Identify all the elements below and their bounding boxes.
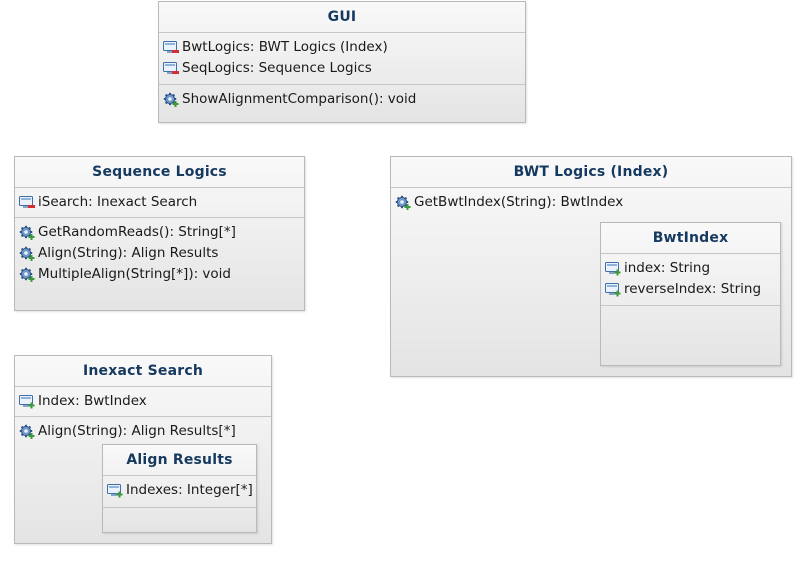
public-attribute-icon [19,394,36,409]
attribute[interactable]: reverseIndex: String [605,279,780,300]
operation[interactable]: ShowAlignmentComparison(): void [163,89,525,110]
private-attribute-icon [19,195,36,210]
public-operation-icon [19,267,36,282]
attribute-text: index: String [624,260,711,276]
operation-text: GetBwtIndex(String): BwtIndex [414,194,624,210]
operation-text: GetRandomReads(): String[*] [38,224,236,240]
attribute-text: BwtLogics: BWT Logics (Index) [182,39,388,55]
attribute[interactable]: index: String [605,258,780,279]
operation[interactable]: Align(String): Align Results[*] [19,421,271,442]
operation[interactable]: GetRandomReads(): String[*] [19,222,304,243]
public-operation-icon [19,246,36,261]
attribute[interactable]: Index: BwtIndex [19,391,271,412]
operation[interactable]: Align(String): Align Results [19,243,304,264]
attribute[interactable]: iSearch: Inexact Search [19,192,304,213]
public-operation-icon [19,225,36,240]
operations-compartment: GetRandomReads(): String[*] Align(String… [15,217,304,310]
private-attribute-icon [163,61,180,76]
operation-text: ShowAlignmentComparison(): void [182,91,417,107]
operation[interactable]: GetBwtIndex(String): BwtIndex [395,192,791,213]
public-attribute-icon [605,261,622,276]
attribute-text: Index: BwtIndex [38,393,147,409]
class-title: Align Results [126,452,233,468]
class-bwt-index[interactable]: BwtIndex index: String reverseIndex: Str… [600,222,781,366]
attributes-compartment: index: String reverseIndex: String [601,253,780,305]
class-title: BwtIndex [652,230,729,246]
private-attribute-icon [163,40,180,55]
attributes-compartment: iSearch: Inexact Search [15,187,304,217]
class-title: BWT Logics (Index) [513,164,669,180]
operation-text: MultipleAlign(String[*]): void [38,266,232,282]
class-title: Inexact Search [82,363,203,379]
operations-compartment [601,305,780,365]
attribute[interactable]: Indexes: Integer[*] [107,480,256,501]
attribute-text: SeqLogics: Sequence Logics [182,60,372,76]
attribute-text: reverseIndex: String [624,281,762,297]
operations-compartment [103,507,256,532]
class-sequence-logics[interactable]: Sequence Logics iSearch: Inexact Search … [14,156,305,311]
public-operation-icon [19,424,36,439]
attribute[interactable]: BwtLogics: BWT Logics (Index) [163,37,525,58]
attributes-compartment: BwtLogics: BWT Logics (Index) SeqLogics:… [159,32,525,84]
attributes-compartment: Indexes: Integer[*] [103,475,256,507]
public-attribute-icon [605,282,622,297]
operation[interactable]: MultipleAlign(String[*]): void [19,264,304,285]
attribute-text: iSearch: Inexact Search [38,194,198,210]
attributes-compartment: Index: BwtIndex [15,386,271,416]
public-operation-icon [163,92,180,107]
operation-text: Align(String): Align Results[*] [38,423,236,439]
public-attribute-icon [107,483,124,498]
class-title: Sequence Logics [92,164,227,180]
attribute[interactable]: SeqLogics: Sequence Logics [163,58,525,79]
operations-compartment: ShowAlignmentComparison(): void [159,84,525,122]
operation-text: Align(String): Align Results [38,245,219,261]
public-operation-icon [395,195,412,210]
class-align-results[interactable]: Align Results Indexes: Integer[*] [102,444,257,533]
attribute-text: Indexes: Integer[*] [126,482,253,498]
class-gui[interactable]: GUI BwtLogics: BWT Logics (Index) SeqLog… [158,1,526,123]
class-title: GUI [327,9,357,25]
